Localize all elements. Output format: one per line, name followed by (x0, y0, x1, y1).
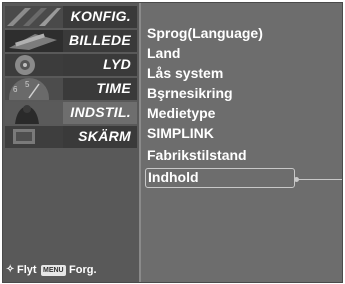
option-media-type[interactable]: Medietype (147, 105, 215, 124)
option-thumb-icon (5, 102, 63, 124)
menu-item-label: LYD (103, 56, 131, 72)
menu-item-label: BILLEDE (69, 32, 131, 48)
menu-item-indstil[interactable]: INDSTIL. (5, 102, 137, 124)
menu-item-lyd[interactable]: LYD (5, 54, 137, 76)
navigate-icon: ✧ (6, 264, 15, 275)
option-factory-mode[interactable]: Fabrikstilstand (147, 147, 247, 166)
osd-menu: KONFIG. BILLEDE LYD 6 5 TIME INDSTIL. SK… (2, 2, 343, 283)
option-child-lock[interactable]: Bşrnesikring (147, 85, 233, 104)
previous-label: Forg. (69, 264, 97, 276)
picture-thumb-icon (5, 30, 63, 52)
option-language[interactable]: Sprog(Language) (147, 25, 263, 44)
menu-item-label: KONFIG. (70, 8, 131, 24)
audio-thumb-icon (5, 54, 63, 76)
menu-item-label: SKÄRM (78, 128, 131, 144)
move-label: Flyt (17, 264, 37, 276)
menu-item-billede[interactable]: BILLEDE (5, 30, 137, 52)
option-country[interactable]: Land (147, 45, 180, 64)
svg-text:6: 6 (13, 85, 18, 94)
svg-text:5: 5 (25, 80, 30, 89)
menu-item-skarm[interactable]: SKÄRM (5, 126, 137, 148)
menu-item-konfig[interactable]: KONFIG. (5, 6, 137, 28)
option-simplink[interactable]: SIMPLINK (147, 125, 214, 144)
option-content-selected[interactable]: Indhold (145, 168, 295, 188)
setup-thumb-icon (5, 6, 63, 28)
menu-key-icon: MENU (41, 265, 66, 276)
screen-thumb-icon (5, 126, 63, 148)
menu-item-label: TIME (96, 80, 131, 96)
footer-help: ✧ Flyt MENU Forg. (5, 263, 137, 279)
time-thumb-icon: 6 5 (5, 78, 63, 100)
option-list: Sprog(Language) Land Lås system Bşrnesik… (141, 3, 342, 282)
menu-item-time[interactable]: 6 5 TIME (5, 78, 137, 100)
main-menu: KONFIG. BILLEDE LYD 6 5 TIME INDSTIL. SK… (3, 3, 141, 282)
connector-line (298, 179, 342, 180)
option-lock-system[interactable]: Lås system (147, 65, 223, 84)
menu-item-label: INDSTIL. (70, 104, 131, 120)
